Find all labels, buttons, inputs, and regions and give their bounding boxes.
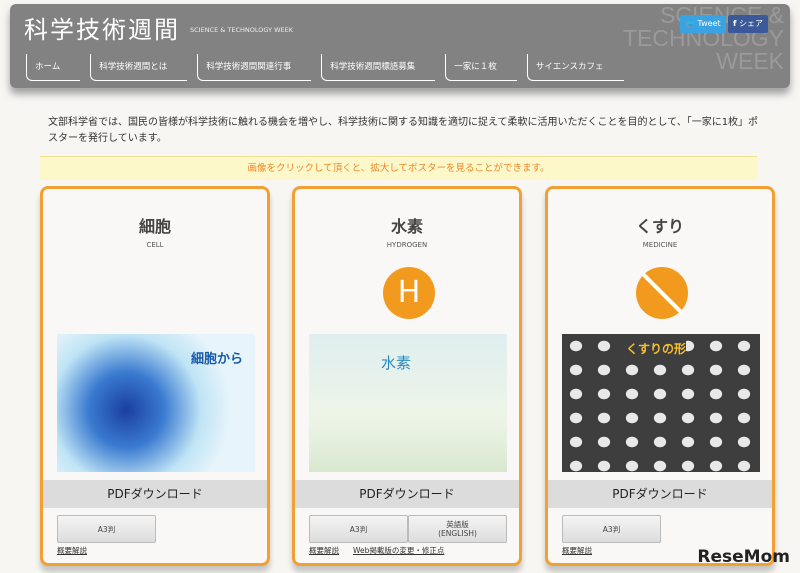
logo-subtitle: SCIENCE & TECHNOLOGY WEEK: [190, 26, 294, 34]
pdf-download-label: PDFダウンロード: [43, 480, 267, 508]
corrections-link[interactable]: Web掲載版の変更・修正点: [353, 546, 444, 555]
summary-link[interactable]: 概要解説: [309, 546, 339, 555]
nav-events[interactable]: 科学技術週間関連行事: [197, 54, 312, 81]
a3-download-button[interactable]: A3判: [562, 515, 661, 543]
card-title: 水素: [390, 217, 423, 236]
nav-slogan[interactable]: 科学技術週間標語募集: [321, 54, 436, 81]
poster-card-medicine: くすり MEDICINE くすりの形 PDFダウンロード A3判 概要解説: [545, 186, 775, 566]
pdf-download-label: PDFダウンロード: [548, 480, 772, 508]
nav-poster[interactable]: 一家に１枚: [445, 54, 517, 81]
nav-about[interactable]: 科学技術週間とは: [90, 54, 188, 81]
summary-link[interactable]: 概要解説: [57, 546, 87, 555]
medicine-pill-icon: [636, 267, 688, 319]
info-banner: 画像をクリックして頂くと、拡大してポスターを見ることができます。: [40, 156, 757, 180]
intro-text: 文部科学省では、国民の皆様が科学技術に触れる機会を増やし、科学技術に関する知識を…: [48, 117, 759, 144]
hydrogen-icon: H: [383, 267, 435, 319]
pdf-download-label: PDFダウンロード: [295, 480, 519, 508]
summary-link[interactable]: 概要解説: [562, 546, 592, 555]
nav-cafe[interactable]: サイエンスカフェ: [526, 54, 624, 81]
main-nav: ホーム 科学技術週間とは 科学技術週間関連行事 科学技術週間標語募集 一家に１枚…: [26, 54, 634, 81]
a3-download-button[interactable]: A3判: [309, 515, 408, 543]
card-subtitle: MEDICINE: [642, 241, 678, 249]
tweet-button[interactable]: 🐦 Tweet: [680, 15, 726, 33]
card-subtitle: CELL: [146, 241, 164, 249]
english-download-button[interactable]: 英語版 (ENGLISH): [408, 515, 507, 543]
site-logo[interactable]: 科学技術週間: [24, 10, 180, 45]
facebook-share-button[interactable]: f シェア: [728, 15, 769, 33]
poster-image[interactable]: 細胞から: [57, 334, 255, 472]
poster-image[interactable]: 水素: [309, 334, 507, 472]
card-title: 細胞: [138, 217, 171, 236]
card-subtitle: HYDROGEN: [386, 241, 428, 249]
poster-card-cell: 細胞 CELL 細胞から PDFダウンロード A3判 概要解説: [40, 186, 270, 566]
poster-image[interactable]: くすりの形: [562, 334, 760, 472]
nav-home[interactable]: ホーム: [26, 54, 81, 81]
a3-download-button[interactable]: A3判: [57, 515, 156, 543]
resemom-watermark: ReseMom: [697, 547, 790, 567]
poster-card-hydrogen: 水素 HYDROGEN H 水素 PDFダウンロード A3判 英語版 (ENGLI…: [292, 186, 522, 566]
card-title: くすり: [635, 217, 684, 236]
site-header: SCIENCE &TECHNOLOGYWEEK 科学技術週間 SCIENCE &…: [10, 4, 790, 88]
